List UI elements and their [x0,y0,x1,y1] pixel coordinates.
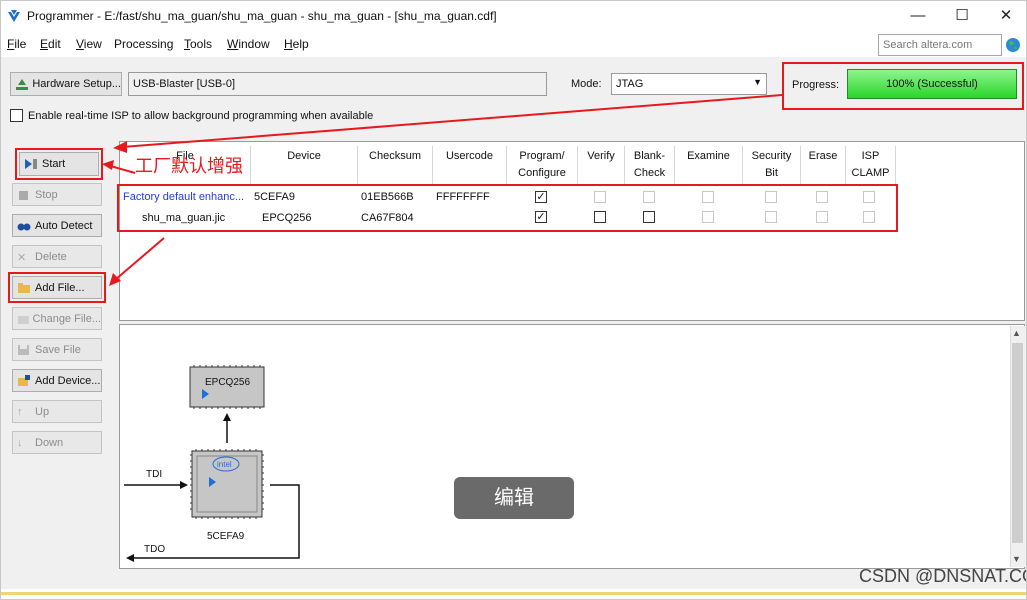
jtag-chain-diagram: EPCQ256 intel 5CEFA9 TDI TDO [124,365,300,562]
scroll-down-icon[interactable]: ▼ [1012,554,1021,564]
tdo-label: TDO [144,544,165,555]
watermark: CSDN @DNSNAT.COM [859,566,1026,586]
annotation-label: 工厂默认增强 [135,156,243,177]
epcq256-chip[interactable]: EPCQ256 [189,365,265,409]
intel-logo: intel [217,460,232,469]
scroll-up-icon[interactable]: ▲ [1012,328,1021,338]
bottom-border [1,592,1026,595]
epcq256-label: EPCQ256 [205,377,250,388]
tdi-label: TDI [146,469,162,480]
5cefa9-label: 5CEFA9 [207,531,245,542]
scroll-thumb[interactable] [1012,343,1023,543]
5cefa9-chip[interactable]: intel 5CEFA9 [190,449,264,542]
programmer-window: Programmer - E:/fast/shu_ma_guan/shu_ma_… [0,0,1027,600]
edit-button[interactable]: 编辑 [454,477,574,519]
